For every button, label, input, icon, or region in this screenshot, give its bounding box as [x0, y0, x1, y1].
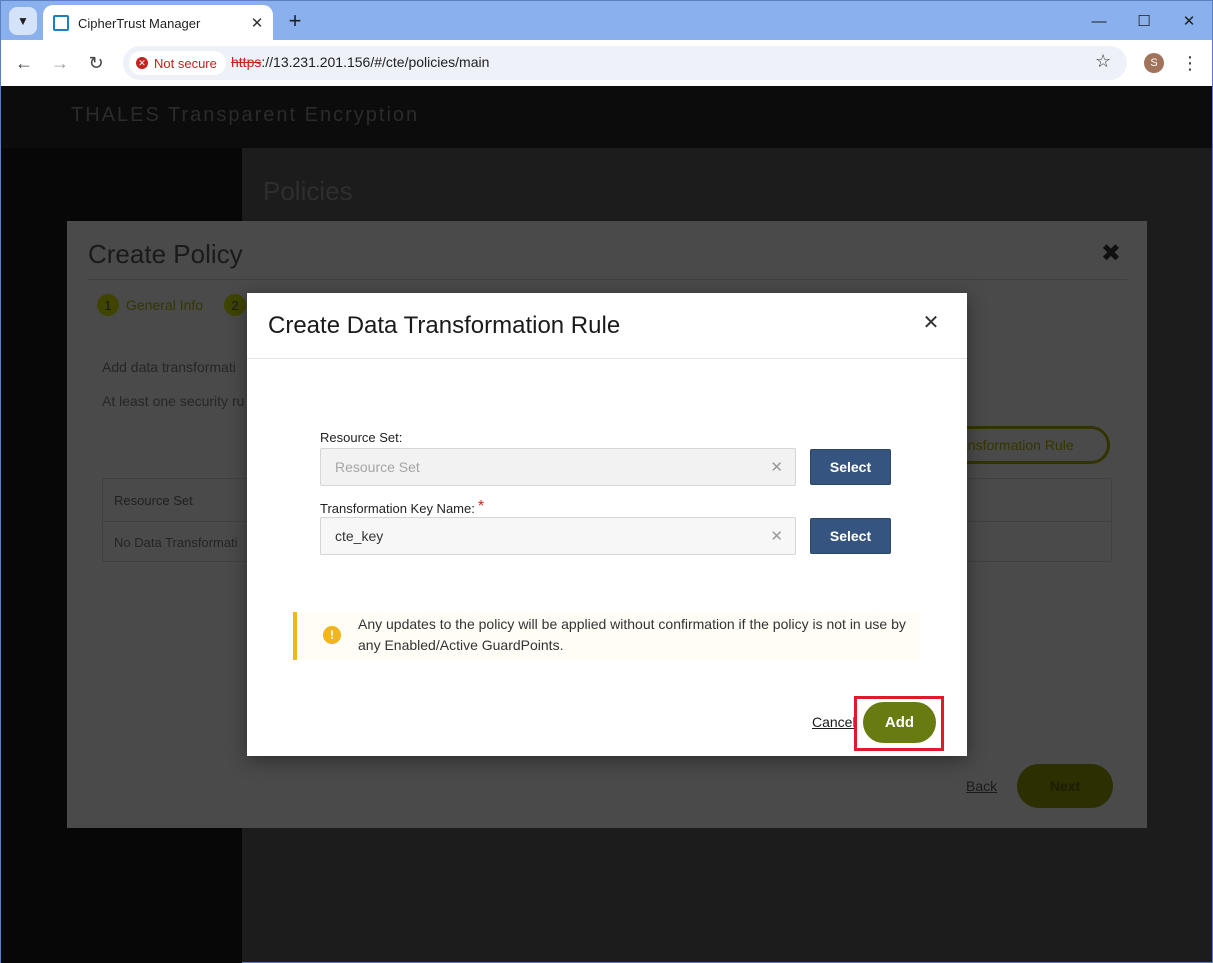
resource-set-input[interactable]: Resource Set ✕ — [320, 448, 796, 486]
back-arrow-icon[interactable]: ← — [12, 51, 36, 75]
not-secure-warning-icon: ✕ — [136, 57, 148, 69]
browser-tab-bar: ▼ CipherTrust Manager ✕ + — ☐ ✕ — [0, 0, 1213, 41]
step-1-label: General Info — [126, 297, 204, 313]
transformation-key-label: Transformation Key Name: * — [320, 498, 484, 516]
app-brand: THALES Transparent Encryption — [71, 104, 420, 126]
reload-icon[interactable]: ↻ — [84, 51, 108, 75]
back-link[interactable]: Back — [966, 778, 997, 794]
maximize-icon[interactable]: ☐ — [1132, 9, 1156, 33]
not-secure-chip[interactable]: ✕ Not secure — [129, 51, 226, 75]
url-omnibox[interactable]: ✕ Not secure https://13.231.201.156/#/ct… — [123, 46, 1127, 80]
divider — [88, 279, 1127, 280]
browser-menu-kebab-icon[interactable]: ⋮ — [1180, 51, 1200, 75]
step-2-number: 2 — [224, 294, 246, 316]
page-title: Policies — [263, 176, 353, 206]
transformation-key-input[interactable]: cte_key ✕ — [320, 517, 796, 555]
warning-icon: ! — [323, 626, 341, 644]
resource-set-select-button[interactable]: Select — [810, 449, 891, 485]
add-button[interactable]: Add — [863, 702, 936, 743]
minimize-icon[interactable]: — — [1087, 9, 1111, 33]
resource-set-placeholder: Resource Set — [335, 459, 420, 475]
profile-avatar[interactable]: S — [1144, 53, 1164, 73]
transformation-key-label-text: Transformation Key Name: — [320, 501, 475, 516]
tab-title: CipherTrust Manager — [78, 15, 201, 31]
app-header: THALES Transparent Encryption — [1, 86, 1212, 148]
step-1-number: 1 — [97, 294, 119, 316]
required-asterisk: * — [477, 498, 485, 515]
browser-address-bar: ← → ↻ ✕ Not secure https://13.231.201.15… — [0, 40, 1213, 86]
create-policy-close-icon[interactable]: ✖ — [1101, 239, 1121, 268]
tab-search-chevron-icon[interactable]: ▼ — [9, 7, 37, 35]
site-favicon-icon — [53, 15, 69, 31]
next-button[interactable]: Next — [1017, 764, 1113, 808]
notice-text: Any updates to the policy will be applie… — [358, 616, 906, 653]
resource-set-label: Resource Set: — [320, 430, 403, 445]
create-data-transformation-rule-modal: Create Data Transformation Rule ✕ Resour… — [247, 293, 967, 756]
url-scheme: https — [231, 54, 262, 70]
url-rest: ://13.231.201.156/#/cte/policies/main — [261, 54, 490, 70]
bookmark-star-icon[interactable]: ☆ — [1095, 51, 1111, 72]
add-transformation-rule-button[interactable]: ansformation Rule — [947, 426, 1110, 464]
tab-close-icon[interactable]: ✕ — [247, 13, 267, 33]
browser-tab[interactable]: CipherTrust Manager ✕ — [43, 5, 273, 41]
create-policy-title: Create Policy — [88, 239, 243, 269]
intro-text: Add data transformati — [102, 359, 236, 375]
transformation-key-clear-icon[interactable]: ✕ — [770, 527, 783, 545]
cancel-link[interactable]: Cancel — [812, 714, 856, 730]
not-secure-label: Not secure — [154, 55, 217, 71]
security-rule-text: At least one security ru — [102, 393, 245, 409]
window-close-icon[interactable]: ✕ — [1177, 9, 1201, 33]
modal-close-icon[interactable]: ✕ — [921, 312, 941, 334]
url-text[interactable]: https://13.231.201.156/#/cte/policies/ma… — [231, 54, 489, 70]
transformation-key-select-button[interactable]: Select — [810, 518, 891, 554]
modal-divider — [247, 358, 967, 359]
modal-title: Create Data Transformation Rule — [268, 312, 621, 339]
transformation-key-value: cte_key — [335, 528, 384, 544]
policy-update-notice: ! Any updates to the policy will be appl… — [293, 612, 920, 660]
resource-set-clear-icon[interactable]: ✕ — [770, 458, 783, 476]
forward-arrow-icon[interactable]: → — [48, 51, 72, 75]
new-tab-plus-icon[interactable]: + — [283, 9, 307, 33]
